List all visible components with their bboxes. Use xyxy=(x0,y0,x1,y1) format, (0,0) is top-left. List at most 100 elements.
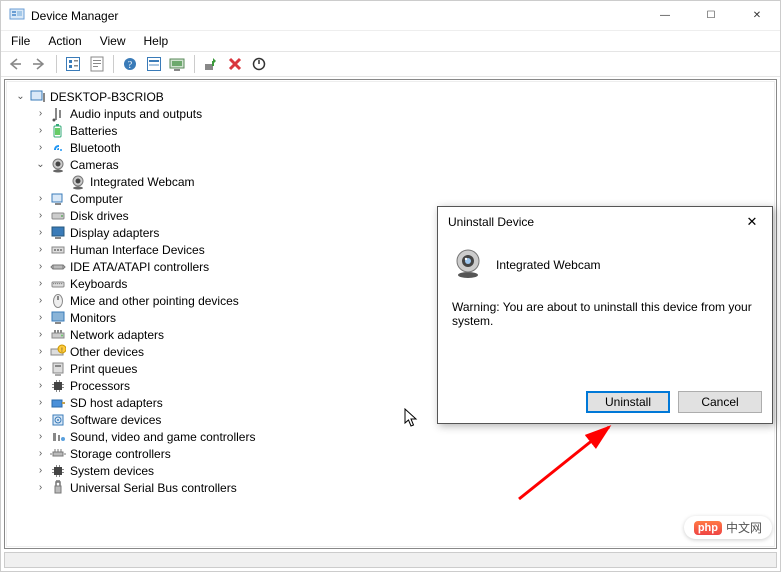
dialog-warning-text: Warning: You are about to uninstall this… xyxy=(452,300,758,328)
category-label: System devices xyxy=(70,464,154,478)
tree-category[interactable]: › System devices xyxy=(35,462,774,479)
category-label: SD host adapters xyxy=(70,396,163,410)
category-label: Batteries xyxy=(70,124,117,138)
expand-icon[interactable]: › xyxy=(35,193,46,204)
tree-category[interactable]: › Batteries xyxy=(35,122,774,139)
expand-icon[interactable]: › xyxy=(35,414,46,425)
tree-category[interactable]: › Computer xyxy=(35,190,774,207)
category-label: Print queues xyxy=(70,362,137,376)
category-label: Software devices xyxy=(70,413,161,427)
tree-root[interactable]: ⌄ DESKTOP-B3CRIOB xyxy=(15,88,774,105)
tree-category[interactable]: › Bluetooth xyxy=(35,139,774,156)
window-controls: — ☐ ✕ xyxy=(642,1,780,31)
expand-icon[interactable]: › xyxy=(35,465,46,476)
category-icon xyxy=(50,480,66,496)
expand-icon[interactable]: › xyxy=(35,125,46,136)
category-icon xyxy=(50,106,66,122)
category-icon xyxy=(50,293,66,309)
show-hide-tree-button[interactable] xyxy=(62,53,84,75)
category-label: Computer xyxy=(70,192,123,206)
category-icon: ! xyxy=(50,344,66,360)
expand-icon[interactable]: › xyxy=(35,244,46,255)
category-label: Bluetooth xyxy=(70,141,121,155)
category-icon xyxy=(50,140,66,156)
category-label: Cameras xyxy=(70,158,119,172)
separator xyxy=(56,55,57,73)
expand-icon[interactable]: › xyxy=(35,363,46,374)
menubar: File Action View Help xyxy=(1,31,780,51)
tree-category[interactable]: › Audio inputs and outputs xyxy=(35,105,774,122)
category-label: Keyboards xyxy=(70,277,127,291)
maximize-button[interactable]: ☐ xyxy=(688,1,734,31)
minimize-button[interactable]: — xyxy=(642,1,688,31)
update-driver-button[interactable] xyxy=(200,53,222,75)
expand-icon[interactable]: › xyxy=(35,431,46,442)
webcam-icon xyxy=(452,247,484,282)
tree-category[interactable]: ⌄ Cameras xyxy=(35,156,774,173)
expand-icon[interactable]: › xyxy=(35,329,46,340)
expand-icon[interactable]: › xyxy=(35,312,46,323)
expand-icon[interactable]: › xyxy=(35,295,46,306)
category-label: Processors xyxy=(70,379,130,393)
computer-icon xyxy=(30,89,46,105)
expand-icon[interactable]: › xyxy=(35,397,46,408)
category-label: Mice and other pointing devices xyxy=(70,294,239,308)
tree-device[interactable]: Integrated Webcam xyxy=(55,173,774,190)
tree-category[interactable]: › Sound, video and game controllers xyxy=(35,428,774,445)
spacer xyxy=(55,176,66,187)
category-icon xyxy=(50,225,66,241)
category-label: Other devices xyxy=(70,345,144,359)
category-icon xyxy=(50,242,66,258)
tree-category[interactable]: › Universal Serial Bus controllers xyxy=(35,479,774,496)
svg-text:?: ? xyxy=(128,60,133,71)
collapse-icon[interactable]: ⌄ xyxy=(35,159,46,170)
separator xyxy=(194,55,195,73)
category-icon xyxy=(50,327,66,343)
category-icon xyxy=(50,191,66,207)
expand-icon[interactable]: › xyxy=(35,261,46,272)
expand-icon[interactable]: › xyxy=(35,108,46,119)
dialog-titlebar: Uninstall Device ✕ xyxy=(438,207,772,237)
help-button[interactable]: ? xyxy=(119,53,141,75)
collapse-icon[interactable]: ⌄ xyxy=(15,91,26,102)
scan-button[interactable] xyxy=(167,53,189,75)
properties-button[interactable] xyxy=(86,53,108,75)
expand-icon[interactable]: › xyxy=(35,380,46,391)
toolbar: ? xyxy=(1,51,780,77)
back-button[interactable] xyxy=(5,53,27,75)
show-hidden-button[interactable] xyxy=(143,53,165,75)
close-button[interactable]: ✕ xyxy=(734,1,780,31)
category-icon xyxy=(50,429,66,445)
category-label: Display adapters xyxy=(70,226,159,240)
uninstall-button[interactable] xyxy=(224,53,246,75)
forward-button[interactable] xyxy=(29,53,51,75)
menu-view[interactable]: View xyxy=(98,32,128,50)
menu-help[interactable]: Help xyxy=(142,32,171,50)
dialog-close-button[interactable]: ✕ xyxy=(732,207,772,237)
category-label: Network adapters xyxy=(70,328,164,342)
category-label: Universal Serial Bus controllers xyxy=(70,481,237,495)
uninstall-confirm-button[interactable]: Uninstall xyxy=(586,391,670,413)
category-icon xyxy=(50,446,66,462)
category-label: Sound, video and game controllers xyxy=(70,430,255,444)
expand-icon[interactable]: › xyxy=(35,210,46,221)
category-icon xyxy=(50,259,66,275)
expand-icon[interactable]: › xyxy=(35,482,46,493)
menu-file[interactable]: File xyxy=(9,32,32,50)
watermark-badge: php 中文网 xyxy=(684,516,772,539)
category-label: Storage controllers xyxy=(70,447,171,461)
dialog-device-name: Integrated Webcam xyxy=(496,258,601,272)
expand-icon[interactable]: › xyxy=(35,227,46,238)
statusbar xyxy=(4,552,777,568)
window-title: Device Manager xyxy=(31,9,118,23)
menu-action[interactable]: Action xyxy=(46,32,83,50)
expand-icon[interactable]: › xyxy=(35,278,46,289)
category-label: Monitors xyxy=(70,311,116,325)
expand-icon[interactable]: › xyxy=(35,346,46,357)
category-icon xyxy=(50,310,66,326)
expand-icon[interactable]: › xyxy=(35,142,46,153)
tree-category[interactable]: › Storage controllers xyxy=(35,445,774,462)
disable-button[interactable] xyxy=(248,53,270,75)
expand-icon[interactable]: › xyxy=(35,448,46,459)
cancel-button[interactable]: Cancel xyxy=(678,391,762,413)
